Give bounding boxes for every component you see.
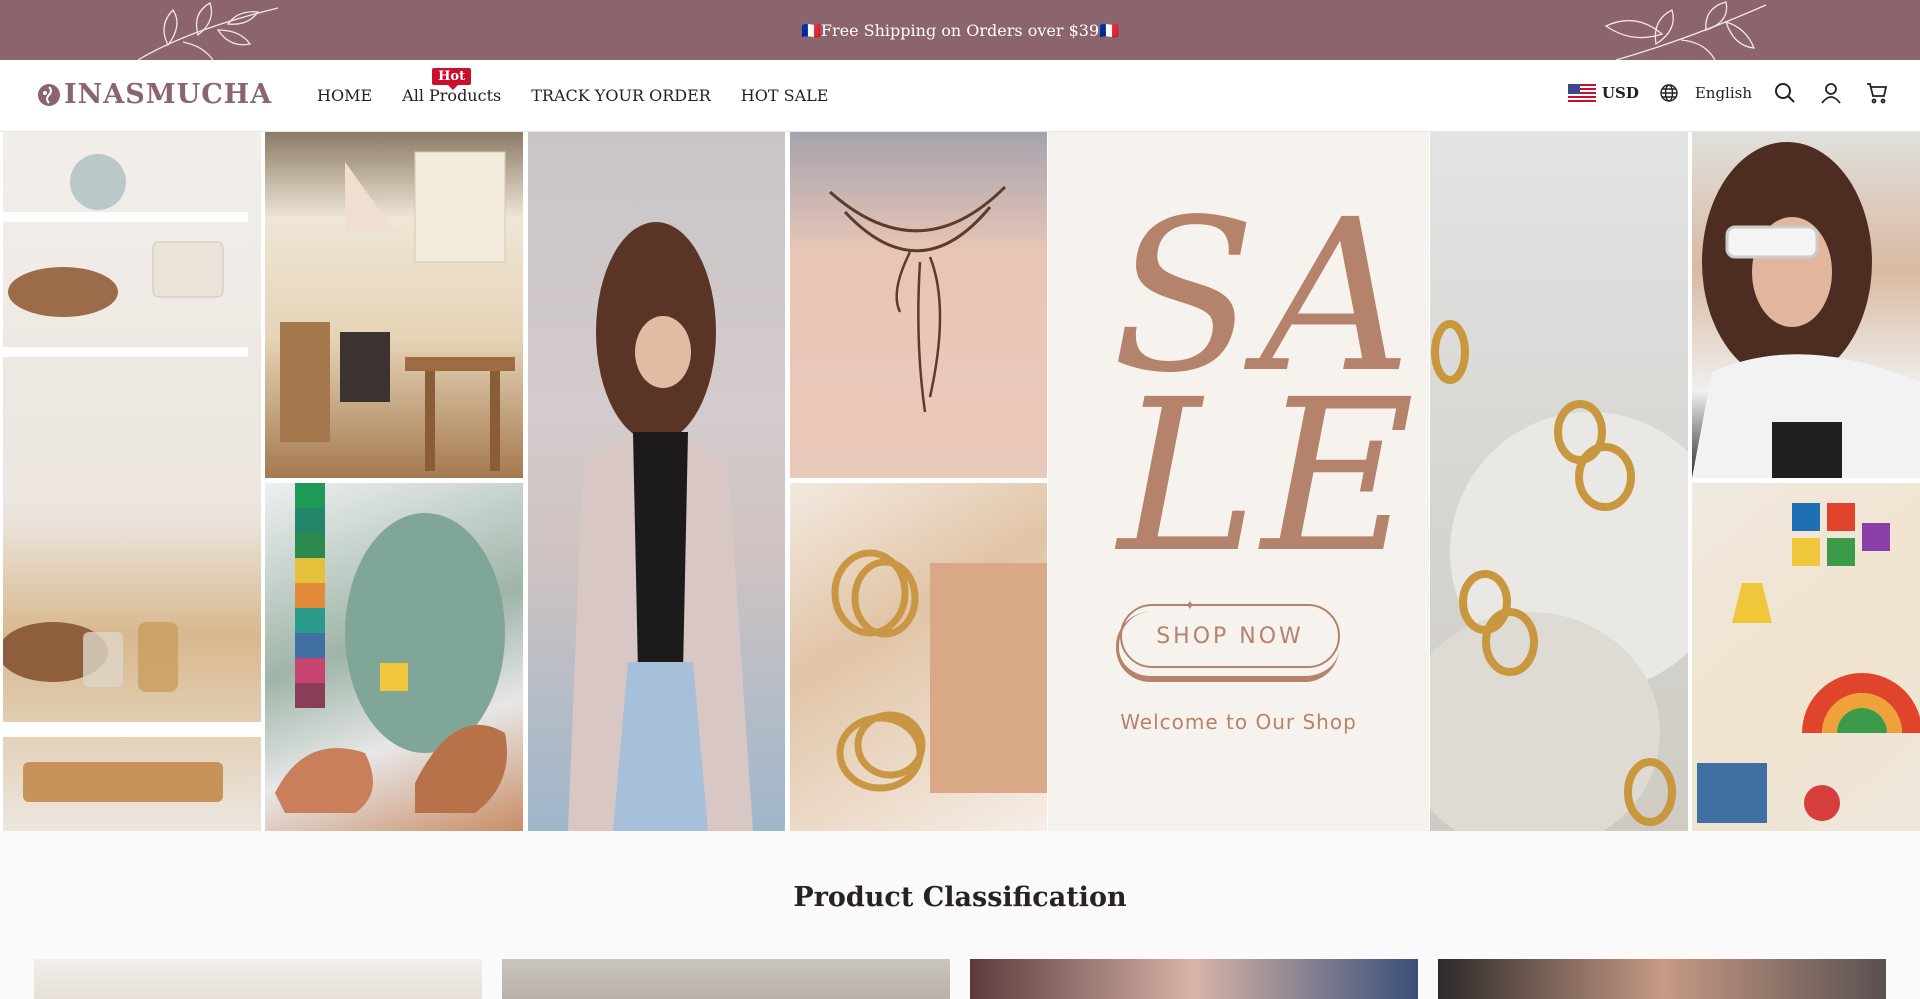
category-card[interactable] <box>502 959 950 999</box>
category-card[interactable] <box>34 959 482 999</box>
announcement-bar: 🇫🇷Free Shipping on Orders over $39🇫🇷 <box>0 0 1920 60</box>
header-actions: USD English <box>1567 80 1890 106</box>
shop-now-button[interactable]: SHOP NOW <box>1116 604 1340 682</box>
currency-selector[interactable]: USD <box>1567 83 1639 103</box>
woman-trench-coat-image <box>528 132 785 831</box>
language-label: English <box>1694 84 1752 102</box>
kitchen-shelf-image <box>3 132 261 831</box>
nav-track-order[interactable]: TRACK YOUR ORDER <box>531 86 711 105</box>
us-flag-icon <box>1567 83 1596 103</box>
search-button[interactable] <box>1772 80 1798 106</box>
account-button[interactable] <box>1818 80 1844 106</box>
site-header: INASMUCHA HOME Hot All Products TRACK YO… <box>0 60 1920 132</box>
sale-panel: SA LE ✦ SHOP NOW Welcome to Our Shop <box>1048 132 1429 831</box>
woman-sunglasses-image <box>1692 132 1920 478</box>
welcome-text: Welcome to Our Shop <box>1120 710 1357 734</box>
site-logo[interactable]: INASMUCHA <box>36 79 272 110</box>
cart-icon <box>1867 83 1888 104</box>
section-title: Product Classification <box>793 882 1127 913</box>
leaf-decoration-right <box>1604 1 1767 60</box>
sale-title-line2: LE <box>1118 354 1419 599</box>
child-toys-image <box>265 483 523 831</box>
main-nav: HOME Hot All Products TRACK YOUR ORDER H… <box>317 68 829 105</box>
logo-emblem-icon <box>38 83 60 106</box>
language-selector[interactable]: English <box>1659 83 1752 103</box>
hot-badge: Hot <box>432 68 472 90</box>
announcement-text: 🇫🇷Free Shipping on Orders over $39🇫🇷 <box>800 20 1120 40</box>
currency-label: USD <box>1601 84 1639 102</box>
gold-earrings-image <box>790 483 1047 831</box>
search-icon <box>1775 83 1795 103</box>
nav-hot-sale[interactable]: HOT SALE <box>741 86 829 105</box>
category-card[interactable] <box>970 959 1418 999</box>
hoop-earrings-on-stone-image <box>1430 132 1688 831</box>
account-icon <box>1821 83 1841 104</box>
globe-icon <box>1660 84 1678 102</box>
nav-all-products[interactable]: Hot All Products <box>402 68 501 105</box>
hero-banner[interactable]: SA LE ✦ SHOP NOW Welcome to Our Shop <box>0 132 1920 831</box>
logo-text: INASMUCHA <box>64 79 273 110</box>
cart-button[interactable] <box>1864 80 1890 106</box>
kitchen-interior-image <box>265 132 523 478</box>
category-card[interactable] <box>1438 959 1886 999</box>
category-grid <box>34 959 1886 999</box>
nav-home[interactable]: HOME <box>317 86 372 105</box>
leaf-decoration-left <box>137 2 279 60</box>
choker-necklace-image <box>790 132 1047 478</box>
wooden-toys-image <box>1692 483 1920 831</box>
